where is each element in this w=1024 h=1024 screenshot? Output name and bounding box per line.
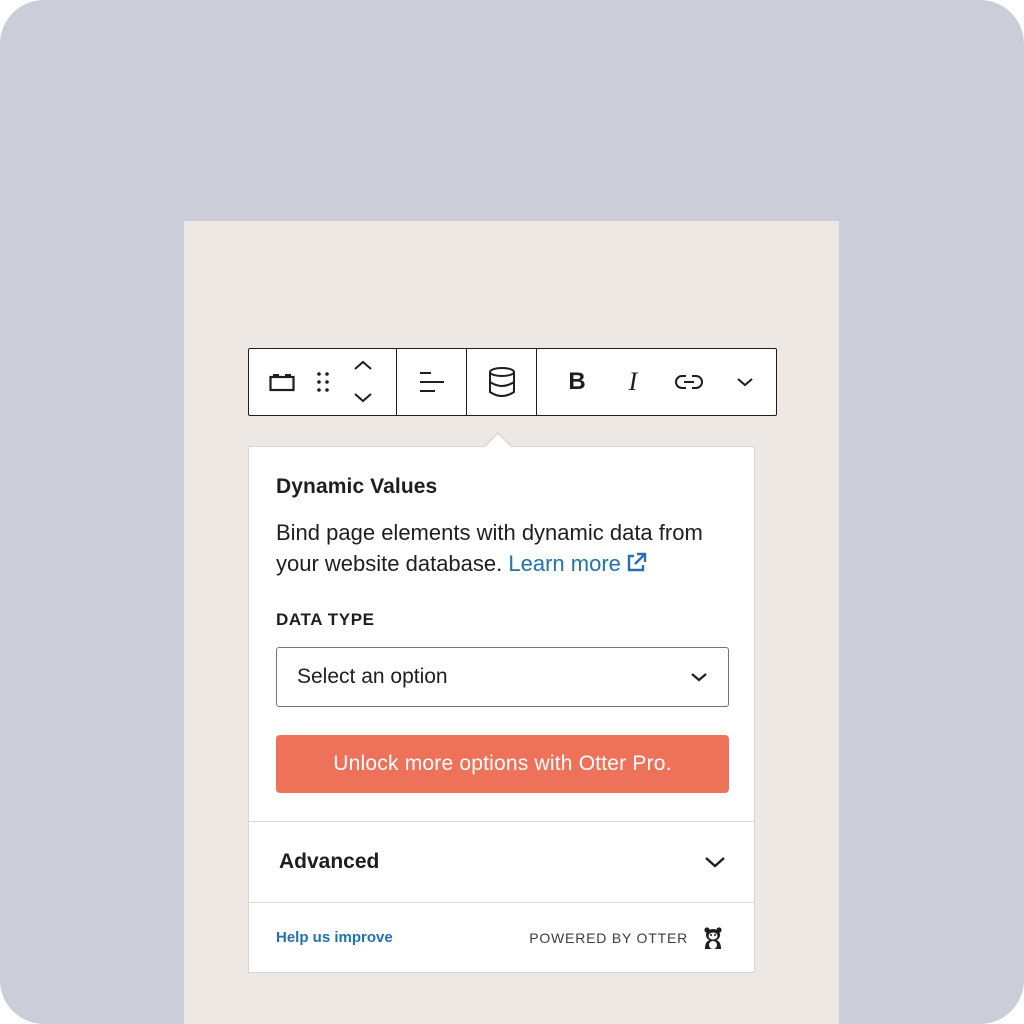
link-button[interactable]	[661, 358, 717, 406]
align-left-icon	[419, 372, 444, 392]
help-us-improve-link[interactable]: Help us improve	[276, 929, 393, 946]
learn-more-link[interactable]: Learn more	[508, 551, 647, 576]
italic-button[interactable]: I	[605, 358, 661, 406]
block-type-button[interactable]	[267, 362, 297, 402]
block-toolbar: B I	[248, 348, 777, 416]
drag-handle-button[interactable]	[311, 362, 335, 402]
chevron-down-icon	[737, 378, 753, 387]
popover-title: Dynamic Values	[276, 475, 438, 498]
more-options-button[interactable]	[717, 358, 773, 406]
popover-body: Dynamic Values Bind page elements with d…	[249, 447, 754, 793]
powered-by: POWERED BY OTTER	[529, 926, 724, 950]
align-button[interactable]	[412, 362, 452, 402]
bold-button[interactable]: B	[549, 358, 605, 406]
popover-footer: Help us improve POWERED BY OTTER	[249, 903, 754, 972]
frame: B I Dynamic Values Bind page elements wi…	[0, 0, 1024, 1024]
link-icon	[675, 375, 703, 389]
advanced-panel-toggle[interactable]: Advanced	[249, 821, 754, 903]
popover-arrow	[484, 432, 512, 448]
dynamic-values-popover: Dynamic Values Bind page elements with d…	[248, 446, 755, 973]
data-type-select[interactable]: Select an option	[276, 647, 729, 707]
advanced-label: Advanced	[279, 850, 380, 873]
chevron-down-icon	[691, 673, 707, 682]
toolbar-group-format: B I	[537, 349, 776, 415]
popover-description: Bind page elements with dynamic data fro…	[276, 517, 736, 579]
move-up-down-button[interactable]	[349, 352, 377, 412]
toolbar-group-align	[397, 349, 467, 415]
dynamic-data-button[interactable]	[482, 362, 522, 402]
database-icon	[488, 367, 515, 397]
data-type-select-value: Select an option	[297, 665, 448, 688]
block-icon	[269, 374, 295, 392]
chevron-down-icon	[705, 857, 725, 868]
drag-handle-icon	[317, 372, 329, 392]
otter-logo-icon	[704, 926, 722, 949]
unlock-otter-pro-button[interactable]: Unlock more options with Otter Pro.	[276, 735, 729, 793]
external-link-icon	[627, 552, 647, 572]
data-type-label: DATA TYPE	[276, 610, 375, 629]
learn-more-label: Learn more	[508, 551, 621, 576]
toolbar-group-block	[249, 349, 397, 415]
powered-by-text: POWERED BY OTTER	[529, 929, 688, 946]
toolbar-group-dynamic	[467, 349, 537, 415]
move-up-down-icon	[354, 360, 372, 403]
